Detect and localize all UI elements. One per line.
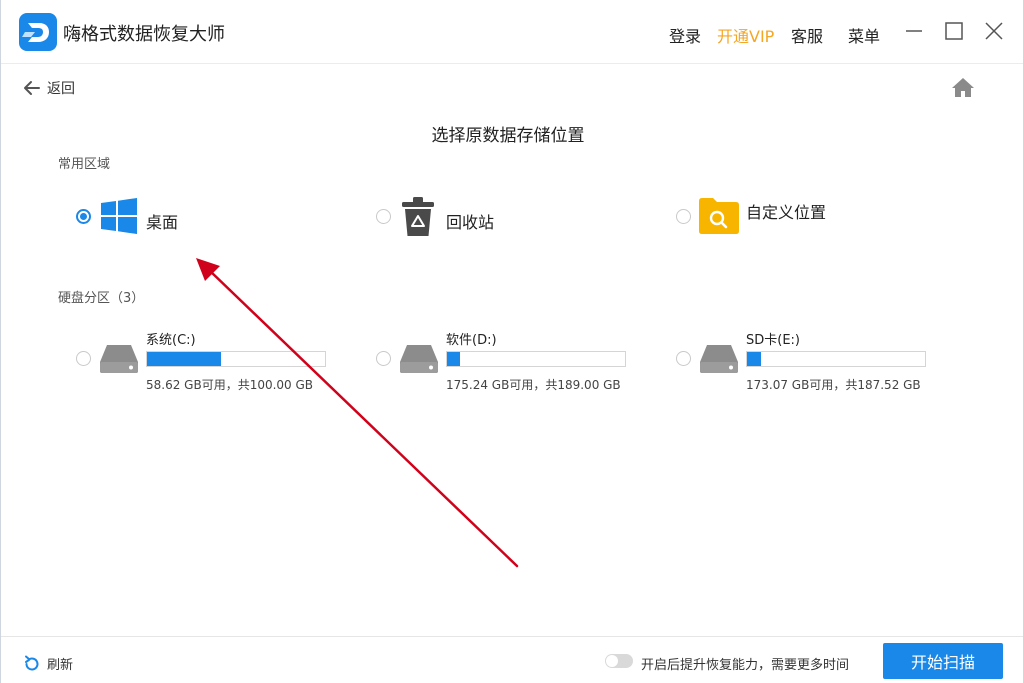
home-button[interactable] bbox=[951, 76, 975, 98]
disk-c-radio[interactable] bbox=[76, 351, 91, 366]
folder-search-icon bbox=[699, 197, 739, 238]
custom-location-radio[interactable] bbox=[676, 209, 691, 224]
disk-d-name[interactable]: 软件(D:) bbox=[446, 329, 497, 348]
disk-e-name[interactable]: SD卡(E:) bbox=[746, 329, 800, 348]
refresh-button[interactable]: 刷新 bbox=[23, 654, 73, 673]
disk-d-usage-fill bbox=[447, 352, 460, 366]
recycle-bin-label[interactable]: 回收站 bbox=[446, 209, 494, 233]
disk-e-info: 173.07 GB可用，共187.52 GB bbox=[746, 378, 921, 392]
disk-c-info: 58.62 GB可用，共100.00 GB bbox=[146, 378, 314, 392]
close-button[interactable] bbox=[983, 20, 1005, 42]
close-icon bbox=[985, 22, 1003, 40]
disk-d-info: 175.24 GB可用，共189.00 GB bbox=[446, 378, 621, 392]
desktop-radio[interactable] bbox=[76, 209, 91, 224]
common-area-label: 常用区域 bbox=[58, 157, 111, 172]
minimize-button[interactable] bbox=[903, 20, 925, 42]
disk-c-name[interactable]: 系统(C:) bbox=[146, 329, 196, 348]
back-label: 返回 bbox=[47, 81, 75, 97]
desktop-label[interactable]: 桌面 bbox=[146, 209, 178, 233]
vip-link[interactable]: 开通VIP bbox=[717, 23, 774, 47]
app-logo-icon bbox=[19, 13, 57, 51]
back-button[interactable]: 返回 bbox=[23, 78, 75, 98]
recycle-bin-radio[interactable] bbox=[376, 209, 391, 224]
home-icon bbox=[952, 78, 974, 97]
disk-partition-label: 硬盘分区（3） bbox=[58, 291, 145, 306]
disk-c-usage-fill bbox=[147, 352, 221, 366]
enhance-toggle-label: 开启后提升恢复能力，需要更多时间 bbox=[641, 658, 850, 673]
minimize-icon bbox=[906, 30, 922, 32]
hard-drive-icon bbox=[700, 345, 738, 373]
hard-drive-icon bbox=[400, 345, 438, 373]
disk-c-usage-bar bbox=[146, 351, 326, 367]
maximize-button[interactable] bbox=[943, 20, 965, 42]
app-title: 嗨格式数据恢复大师 bbox=[63, 24, 225, 45]
custom-location-label[interactable]: 自定义位置 bbox=[746, 199, 826, 223]
title-bar: 嗨格式数据恢复大师 登录 开通VIP 客服 菜单 bbox=[1, 0, 1023, 64]
recycle-bin-icon bbox=[401, 196, 435, 242]
login-link[interactable]: 登录 bbox=[669, 23, 701, 47]
windows-icon bbox=[101, 198, 137, 238]
hard-drive-icon bbox=[100, 345, 138, 373]
disk-e-usage-bar bbox=[746, 351, 926, 367]
arrow-left-icon bbox=[24, 81, 40, 95]
disk-d-radio[interactable] bbox=[376, 351, 391, 366]
refresh-icon bbox=[25, 655, 39, 670]
disk-d-usage-bar bbox=[446, 351, 626, 367]
enhance-toggle[interactable] bbox=[605, 654, 633, 668]
page-title: 选择原数据存储位置 bbox=[431, 126, 585, 146]
menu-link[interactable]: 菜单 bbox=[848, 23, 880, 47]
refresh-label: 刷新 bbox=[47, 658, 74, 673]
customer-service-link[interactable]: 客服 bbox=[791, 23, 823, 47]
start-scan-button[interactable]: 开始扫描 bbox=[883, 643, 1003, 679]
bottom-bar: 刷新 开启后提升恢复能力，需要更多时间 开始扫描 bbox=[1, 636, 1023, 683]
disk-e-radio[interactable] bbox=[676, 351, 691, 366]
maximize-icon bbox=[945, 22, 963, 40]
app-window: 嗨格式数据恢复大师 登录 开通VIP 客服 菜单 返回 选择原数据存储位置 常用… bbox=[0, 0, 1024, 683]
disk-e-usage-fill bbox=[747, 352, 761, 366]
